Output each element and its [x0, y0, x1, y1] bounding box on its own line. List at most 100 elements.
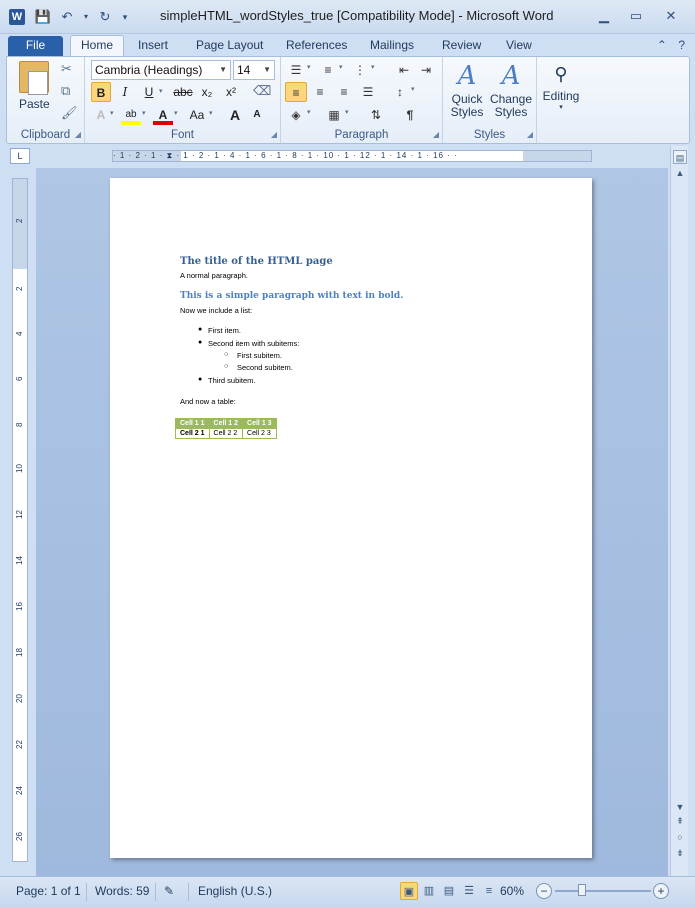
clear-formatting-icon[interactable]: ⌫: [253, 83, 271, 99]
decrease-indent-icon[interactable]: ⇤: [393, 60, 415, 80]
web-layout-icon[interactable]: ▤: [440, 882, 458, 900]
align-center-icon[interactable]: ≡: [309, 82, 331, 102]
tab-insert[interactable]: Insert: [138, 36, 168, 56]
help-icon[interactable]: ?: [678, 38, 685, 52]
proofing-icon[interactable]: ✎: [164, 884, 174, 898]
tab-file[interactable]: File: [8, 36, 63, 56]
print-layout-icon[interactable]: ▣: [400, 882, 418, 900]
save-icon[interactable]: 💾: [34, 8, 52, 26]
undo-icon[interactable]: ↶: [58, 8, 76, 26]
chevron-down-icon[interactable]: ▾: [307, 63, 311, 71]
font-color-icon[interactable]: A: [153, 105, 173, 125]
document-page[interactable]: The title of the HTML page A normal para…: [110, 178, 592, 858]
word-app-icon[interactable]: W: [9, 9, 25, 25]
word-count[interactable]: Words: 59: [95, 884, 149, 898]
chevron-down-icon[interactable]: ▾: [345, 108, 349, 116]
chevron-down-icon[interactable]: ▾: [307, 108, 311, 116]
font-family-combo[interactable]: Cambria (Headings) ▼: [91, 60, 231, 80]
clipboard-group: Paste ✂ ⧉ 🖌 Clipboard ◢: [7, 57, 85, 143]
underline-button[interactable]: U: [139, 82, 159, 102]
copy-icon[interactable]: ⧉: [61, 83, 70, 99]
zoom-slider-thumb[interactable]: [577, 884, 586, 896]
increase-indent-icon[interactable]: ⇥: [415, 60, 437, 80]
vertical-ruler[interactable]: 2 2 4 6 8 10 12 14 16 18 20 22 24 26: [12, 178, 28, 862]
tab-home[interactable]: Home: [70, 35, 124, 57]
chevron-down-icon[interactable]: ▾: [142, 109, 146, 117]
multilevel-list-icon[interactable]: ⋮: [349, 60, 371, 80]
maximize-button[interactable]: ▭: [623, 6, 649, 26]
paste-icon[interactable]: [19, 61, 49, 95]
tab-selector-button[interactable]: L: [10, 148, 30, 164]
italic-button[interactable]: I: [115, 82, 135, 102]
grow-font-button[interactable]: A: [225, 105, 245, 125]
vruler-tick: 26: [15, 832, 24, 841]
redo-icon[interactable]: ↻: [96, 8, 114, 26]
text-effects-icon[interactable]: A: [91, 105, 111, 125]
align-left-icon[interactable]: ≡: [285, 82, 307, 102]
zoom-slider[interactable]: [555, 890, 651, 892]
select-browse-object-icon[interactable]: ○: [673, 830, 687, 844]
chevron-down-icon[interactable]: ▾: [174, 109, 178, 117]
align-right-icon[interactable]: ≡: [333, 82, 355, 102]
undo-dropdown-icon[interactable]: ▾: [82, 8, 90, 26]
tab-mailings[interactable]: Mailings: [370, 36, 414, 56]
sort-icon[interactable]: ⇅: [365, 105, 387, 125]
outline-icon[interactable]: ☰: [460, 882, 478, 900]
previous-page-icon[interactable]: ⇞: [673, 814, 687, 828]
tab-review[interactable]: Review: [442, 36, 481, 56]
tab-references[interactable]: References: [286, 36, 347, 56]
chevron-down-icon[interactable]: ▼: [263, 61, 271, 79]
full-screen-reading-icon[interactable]: ▥: [420, 882, 438, 900]
bullets-icon[interactable]: ☰: [285, 60, 307, 80]
change-case-button[interactable]: Aa: [185, 105, 209, 125]
next-page-icon[interactable]: ⇟: [673, 846, 687, 860]
borders-icon[interactable]: ▦: [323, 105, 345, 125]
scroll-up-icon[interactable]: ▲: [673, 166, 687, 180]
customize-qat-icon[interactable]: ▾: [120, 8, 130, 26]
numbering-icon[interactable]: ≡: [317, 60, 339, 80]
horizontal-ruler[interactable]: · 1 · 2 · 1 · ⧗ · 1 · 2 · 1 · 4 · 1 · 6 …: [112, 150, 592, 162]
close-button[interactable]: ✕: [655, 6, 687, 26]
font-size-combo[interactable]: 14 ▼: [233, 60, 275, 80]
chevron-down-icon[interactable]: ▾: [209, 109, 213, 117]
superscript-button[interactable]: x²: [221, 82, 241, 102]
draft-icon[interactable]: ≡: [480, 882, 498, 900]
highlight-icon[interactable]: ab: [121, 105, 141, 125]
chevron-down-icon[interactable]: ▾: [110, 109, 114, 117]
line-spacing-icon[interactable]: ↕: [389, 82, 411, 102]
language-status[interactable]: English (U.S.): [198, 884, 272, 898]
clipboard-launcher-icon[interactable]: ◢: [75, 130, 81, 139]
zoom-in-icon[interactable]: +: [653, 883, 669, 899]
font-launcher-icon[interactable]: ◢: [271, 130, 277, 139]
chevron-down-icon[interactable]: ▾: [159, 87, 163, 95]
quick-styles-button[interactable]: A Quick Styles: [445, 59, 489, 119]
paste-button-label[interactable]: Paste: [19, 97, 50, 111]
show-hide-icon[interactable]: ¶: [399, 105, 421, 125]
shrink-font-button[interactable]: A: [247, 105, 267, 125]
strikethrough-button[interactable]: abc: [171, 82, 195, 102]
view-ruler-icon[interactable]: ▤: [673, 150, 687, 164]
subscript-button[interactable]: x₂: [197, 82, 217, 102]
justify-icon[interactable]: ☰: [357, 82, 379, 102]
vertical-scrollbar[interactable]: ▤ ▲ ▼ ⇞ ○ ⇟: [670, 146, 688, 876]
scroll-down-icon[interactable]: ▼: [673, 800, 687, 814]
cut-icon[interactable]: ✂: [61, 61, 72, 77]
page-count[interactable]: Page: 1 of 1: [16, 884, 81, 898]
minimize-ribbon-icon[interactable]: ⌃: [657, 38, 667, 52]
shading-icon[interactable]: ◈: [285, 105, 307, 125]
zoom-level[interactable]: 60%: [500, 884, 524, 898]
chevron-down-icon[interactable]: ▼: [219, 61, 227, 79]
chevron-down-icon[interactable]: ▾: [339, 63, 343, 71]
paragraph-launcher-icon[interactable]: ◢: [433, 130, 439, 139]
format-painter-icon[interactable]: 🖌: [61, 105, 78, 121]
editing-button[interactable]: ⚲ Editing ▾: [539, 59, 583, 111]
styles-launcher-icon[interactable]: ◢: [527, 130, 533, 139]
zoom-out-icon[interactable]: −: [536, 883, 552, 899]
minimize-button[interactable]: ▁: [591, 6, 617, 26]
tab-page-layout[interactable]: Page Layout: [196, 36, 263, 56]
tab-view[interactable]: View: [506, 36, 532, 56]
bold-button[interactable]: B: [91, 82, 111, 102]
change-styles-button[interactable]: A Change Styles: [489, 59, 533, 119]
chevron-down-icon[interactable]: ▾: [371, 63, 375, 71]
chevron-down-icon[interactable]: ▾: [411, 85, 415, 93]
